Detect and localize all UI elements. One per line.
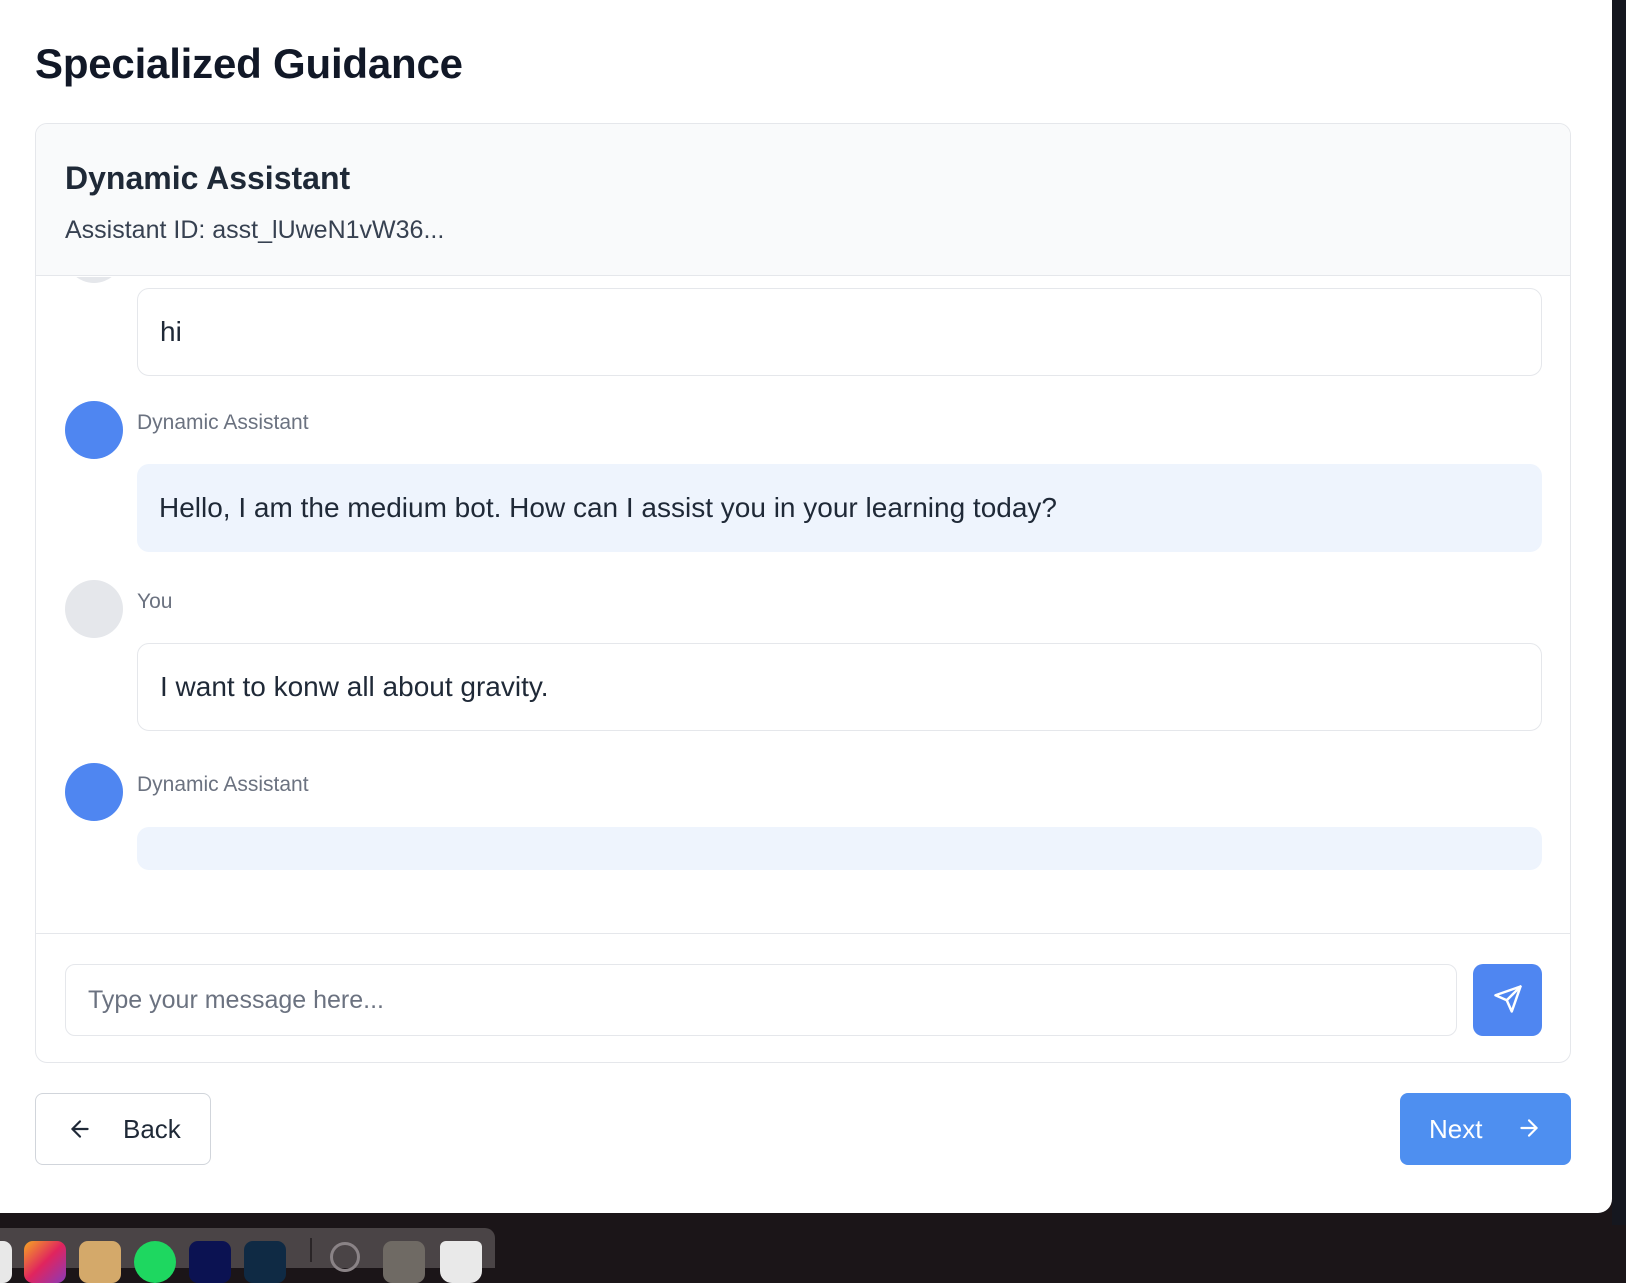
assistant-avatar: [65, 763, 123, 821]
message-text: I want to konw all about gravity.: [160, 671, 549, 702]
dock-app-icon[interactable]: [189, 1241, 231, 1283]
assistant-name: Dynamic Assistant: [65, 160, 351, 196]
composer: [36, 933, 1570, 1062]
dock: [0, 1228, 495, 1283]
page-title: Specialized Guidance: [35, 40, 463, 87]
chat-header: Dynamic Assistant Assistant ID: asst_lUw…: [36, 124, 1570, 276]
trash-icon[interactable]: [440, 1241, 482, 1283]
message-text: hi: [160, 316, 182, 347]
dock-separator: [310, 1238, 312, 1262]
dock-app-icon[interactable]: [330, 1242, 360, 1272]
message-bubble: hi: [137, 288, 1542, 376]
message-text: Hello, I am the medium bot. How can I as…: [159, 492, 1057, 523]
window-edge: [1612, 0, 1626, 1225]
back-button[interactable]: Back: [35, 1093, 211, 1165]
message-list[interactable]: hi Dynamic Assistant Hello, I am the med…: [36, 277, 1570, 931]
user-avatar: [65, 580, 123, 638]
message-sender: You: [137, 590, 173, 613]
dock-app-icon[interactable]: [383, 1241, 425, 1283]
message-bubble-loading: [137, 827, 1542, 870]
next-button[interactable]: Next: [1400, 1093, 1571, 1165]
message-sender: Dynamic Assistant: [137, 773, 309, 796]
user-avatar: [65, 277, 123, 283]
app-window: Specialized Guidance Dynamic Assistant A…: [0, 0, 1612, 1213]
message-bubble: I want to konw all about gravity.: [137, 643, 1542, 731]
dock-app-icon[interactable]: [244, 1241, 286, 1283]
dock-app-icon[interactable]: [79, 1241, 121, 1283]
dock-app-icon[interactable]: [134, 1241, 176, 1283]
back-label: Back: [123, 1113, 181, 1144]
dock-app-icon[interactable]: [0, 1241, 12, 1283]
send-button[interactable]: [1473, 964, 1542, 1036]
arrow-right-icon: [1516, 1115, 1542, 1144]
message-bubble: Hello, I am the medium bot. How can I as…: [137, 464, 1542, 552]
message-input[interactable]: [65, 964, 1457, 1036]
dock-app-icon[interactable]: [24, 1241, 66, 1283]
arrow-left-icon: [67, 1116, 93, 1145]
assistant-avatar: [65, 401, 123, 459]
chat-card: Dynamic Assistant Assistant ID: asst_lUw…: [35, 123, 1571, 1063]
next-label: Next: [1429, 1113, 1483, 1144]
message-sender: Dynamic Assistant: [137, 411, 309, 434]
send-icon: [1493, 984, 1523, 1017]
assistant-id: Assistant ID: asst_lUweN1vW36...: [65, 216, 445, 244]
